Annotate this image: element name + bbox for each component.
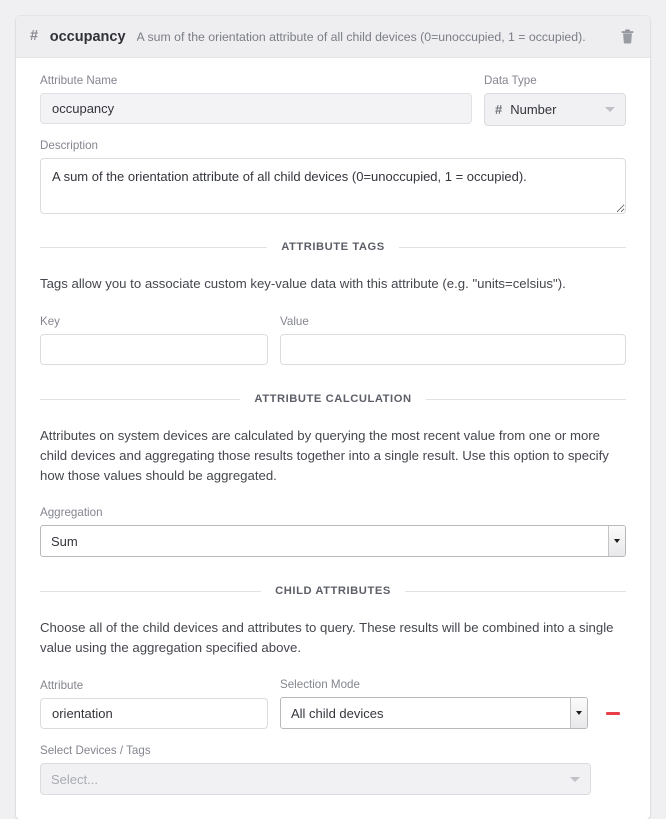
tag-row: Key Value (40, 315, 626, 366)
selection-mode-select[interactable]: All child devices (280, 697, 588, 730)
select-devices-tags-label: Select Devices / Tags (40, 744, 151, 758)
tag-key-field: Key (40, 315, 268, 366)
trash-icon (621, 29, 633, 44)
data-type-dropdown[interactable]: # Number (484, 93, 626, 126)
child-attributes-help-text: Choose all of the child devices and attr… (40, 620, 614, 656)
data-type-field: Data Type # Number (484, 74, 626, 126)
delete-attribute-button[interactable] (616, 26, 638, 48)
child-attributes-divider-label: CHILD ATTRIBUTES (275, 585, 391, 598)
attribute-editor-card: # occupancy A sum of the orientation att… (16, 16, 650, 819)
data-type-label: Data Type (484, 74, 537, 87)
hash-icon: # (30, 28, 38, 45)
tag-value-label: Value (280, 315, 309, 329)
chevron-down-icon (605, 107, 615, 112)
tag-value-field: Value (280, 315, 626, 366)
hash-icon: # (495, 102, 503, 117)
tag-key-label: Key (40, 315, 60, 329)
tag-value-input[interactable] (280, 334, 626, 366)
aggregation-select[interactable]: Sum (40, 525, 626, 558)
minus-icon (606, 711, 620, 715)
attribute-name-label: Attribute Name (40, 74, 118, 87)
select-devices-tags-dropdown[interactable]: Select... (40, 763, 591, 796)
select-dropdown-button[interactable] (608, 526, 625, 557)
attribute-tags-divider: ATTRIBUTE TAGS (40, 241, 626, 253)
attribute-calculation-divider-label: ATTRIBUTE CALCULATION (254, 393, 412, 406)
aggregation-label: Aggregation (40, 506, 103, 520)
description-textarea[interactable] (40, 158, 626, 214)
attribute-name-input[interactable] (40, 93, 472, 124)
description-field: Description (40, 139, 626, 214)
chevron-down-icon (570, 776, 580, 782)
selection-mode-value: All child devices (291, 705, 384, 721)
select-devices-tags-field: Select Devices / Tags Select... (40, 744, 591, 796)
child-attribute-field: Attribute (40, 679, 268, 730)
caret-down-icon (576, 711, 582, 716)
caret-down-icon (614, 539, 620, 544)
child-attribute-row: Attribute Selection Mode All child devic… (40, 678, 626, 730)
attribute-tags-divider-label: ATTRIBUTE TAGS (281, 241, 385, 253)
child-attribute-label: Attribute (40, 679, 84, 693)
selection-mode-label: Selection Mode (280, 678, 360, 692)
attribute-tags-help-text: Tags allow you to associate custom key-v… (40, 276, 566, 291)
remove-child-attribute-button[interactable] (600, 700, 626, 726)
name-and-type-row: Attribute Name Data Type # Number (40, 74, 626, 126)
card-body: Attribute Name Data Type # Number Descri… (16, 58, 650, 819)
aggregation-field: Aggregation Sum (40, 506, 626, 558)
card-header: # occupancy A sum of the orientation att… (16, 16, 650, 58)
data-type-value: Number (510, 102, 557, 117)
child-attribute-input[interactable] (40, 698, 268, 730)
page-title: occupancy (49, 28, 126, 45)
selection-mode-field: Selection Mode All child devices (280, 678, 588, 730)
attribute-calculation-help-text: Attributes on system devices are calcula… (40, 428, 609, 484)
tag-key-input[interactable] (40, 334, 268, 366)
header-description: A sum of the orientation attribute of al… (136, 29, 586, 44)
attribute-name-field: Attribute Name (40, 74, 472, 126)
child-attributes-divider: CHILD ATTRIBUTES (40, 585, 626, 597)
select-dropdown-button[interactable] (570, 698, 587, 729)
aggregation-value: Sum (51, 533, 78, 549)
attribute-calculation-divider: ATTRIBUTE CALCULATION (40, 393, 626, 405)
select-devices-tags-placeholder: Select... (51, 771, 98, 787)
description-label: Description (40, 139, 98, 152)
